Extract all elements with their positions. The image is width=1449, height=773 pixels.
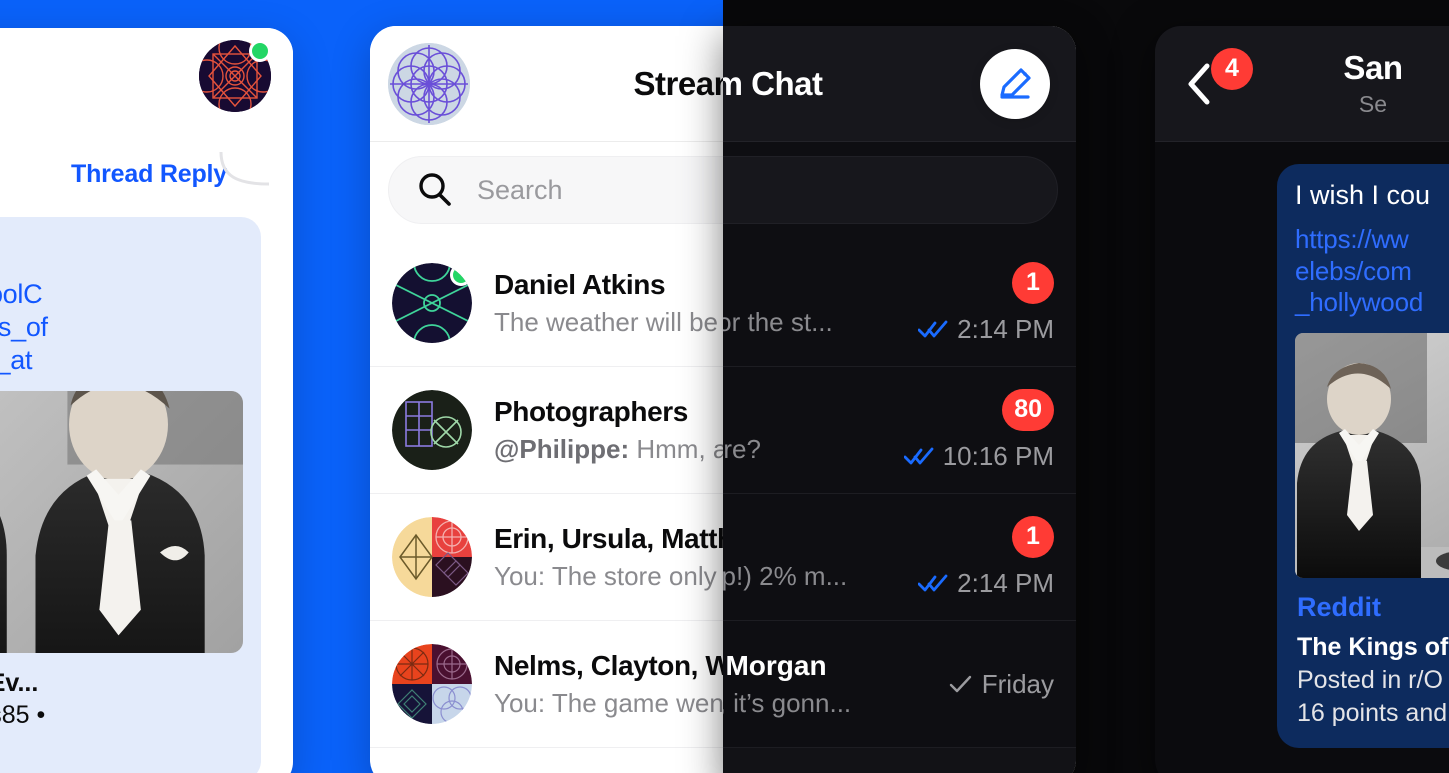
thread-reply-label[interactable]: Thread Reply	[71, 160, 227, 189]
search-icon	[419, 173, 451, 206]
stream-flower-logo-icon	[388, 42, 470, 125]
chat-message-bubble: I wish I cou https://ww elebs/com _holly…	[1277, 164, 1449, 749]
unread-badge: 1	[1012, 261, 1054, 304]
chat-header: 4 San Se	[1155, 26, 1449, 142]
dark-channel-row[interactable]: Photographers @Philippe: Hmm, are you su…	[723, 367, 1076, 494]
single-check-icon	[949, 675, 971, 693]
dark-channel-list-header: Stream Chat	[723, 26, 1076, 142]
thread-header: sett go	[0, 28, 293, 144]
thread-curve-icon	[219, 151, 270, 186]
compose-button-dark[interactable]	[980, 48, 1050, 119]
caption-title: d. New Years Ev...	[0, 668, 39, 697]
geometric-avatar-red-cream[interactable]	[392, 517, 472, 597]
message-bubble: re com/r/OldSchoolC lc4bd/the_kings_of a…	[0, 217, 261, 773]
message-title: re	[0, 233, 243, 265]
screenshot-stage: sett go	[0, 0, 1449, 773]
attachment-card[interactable]: Reddit The Kings of Posted in r/O 16 poi…	[1295, 578, 1449, 730]
attachment-source: Reddit	[1297, 592, 1381, 623]
unread-badge: 4	[1211, 47, 1253, 90]
attachment-title: The Kings of	[1297, 633, 1449, 662]
chat-message-url[interactable]: https://ww elebs/com _hollywood	[1295, 224, 1449, 319]
double-check-icon	[918, 320, 948, 338]
url-line-2: elebs/com	[1295, 255, 1412, 286]
channel-preview-dark: You: The game went into OT, it’s gonn...	[723, 687, 852, 718]
url-line-1: https://ww	[1295, 224, 1409, 254]
attachment-subreddit: Posted in r/O	[1297, 666, 1443, 695]
dark-search-container	[723, 142, 1076, 240]
timestamp-text: 2:14 PM	[957, 567, 1054, 598]
channel-preview-dark: You: The store only has (gasp!) 2% m...	[723, 560, 848, 591]
channel-name-dark: Erin, Ursula, Matthew	[723, 523, 918, 555]
channel-preview-dark: The weather will be perfect for the st..…	[723, 306, 833, 337]
timestamp-text: Friday	[981, 668, 1054, 699]
chat-message-text: I wish I cou	[1295, 180, 1431, 210]
channel-timestamp: 10:16 PM	[903, 440, 1054, 472]
timestamp-text: 2:14 PM	[957, 313, 1054, 344]
chat-body: I wish I cou https://ww elebs/com _holly…	[1155, 142, 1449, 749]
caption-line3: nt	[0, 731, 243, 763]
channel-name-dark: Daniel Atkins	[723, 269, 918, 301]
geometric-avatar-quad[interactable]	[392, 644, 472, 724]
online-status-dot	[249, 40, 271, 62]
pencil-compose-icon	[1000, 67, 1031, 99]
app-title-dark: Stream Chat	[723, 64, 823, 102]
timestamp-text: 10:16 PM	[942, 440, 1054, 471]
online-status-dot	[450, 264, 472, 286]
caption-line2: elebs by u/usps85 •	[0, 700, 46, 729]
chat-attachment-image[interactable]	[1295, 333, 1449, 579]
dark-search-input[interactable]	[723, 156, 1058, 224]
back-button[interactable]: 4	[1183, 47, 1253, 110]
geometric-avatar-teal[interactable]	[392, 263, 472, 343]
unread-badge: 80	[1002, 388, 1054, 431]
dark-channel-row[interactable]: Erin, Ursula, Matthew You: The store onl…	[723, 494, 1076, 621]
thread-reply-row[interactable]: Thread Reply	[0, 144, 293, 204]
channel-preview-text-dark: Hmm, are you sure?	[723, 433, 761, 464]
message-attachment-image[interactable]	[0, 390, 243, 653]
attachment-caption: d. New Years Ev... elebs by u/usps85 • n…	[0, 667, 243, 763]
channel-preview-dark: @Philippe: Hmm, are you sure?	[723, 434, 904, 465]
attachment-points: 16 points and	[1297, 699, 1448, 728]
channel-name-dark: Photographers	[723, 396, 904, 428]
channel-timestamp: 2:14 PM	[918, 314, 1054, 345]
geometric-avatar-dark[interactable]	[392, 390, 472, 470]
chat-title: San	[1343, 49, 1403, 86]
url-line-3: _hollywood	[1295, 287, 1424, 318]
channel-name-dark: Nelms, Clayton, Wagner, Morgan	[723, 649, 827, 681]
channel-timestamp: 2:14 PM	[918, 568, 1054, 599]
dark-channel-row[interactable]: Daniel Atkins The weather will be perfec…	[723, 240, 1076, 367]
dark-channel-row[interactable]: Nelms, Clayton, Wagner, Morgan You: The …	[723, 621, 1076, 748]
channel-preview-author: @Philippe:	[494, 433, 630, 464]
double-check-icon	[918, 574, 948, 592]
channel-list-dark-overlay-panel: Stream Chat Daniel Atkins The weather wi…	[723, 26, 1076, 773]
chat-subtitle: Se	[1358, 91, 1388, 117]
unread-badge: 1	[1012, 515, 1054, 558]
double-check-icon	[903, 447, 934, 465]
thread-panel: sett go	[0, 28, 293, 773]
search-placeholder: Search	[477, 174, 563, 205]
chat-thread-panel: 4 San Se I wish I cou https://ww elebs/c…	[1155, 26, 1449, 773]
message-url[interactable]: com/r/OldSchoolC lc4bd/the_kings_of ars_…	[0, 278, 243, 377]
channel-timestamp: Friday	[949, 669, 1054, 700]
